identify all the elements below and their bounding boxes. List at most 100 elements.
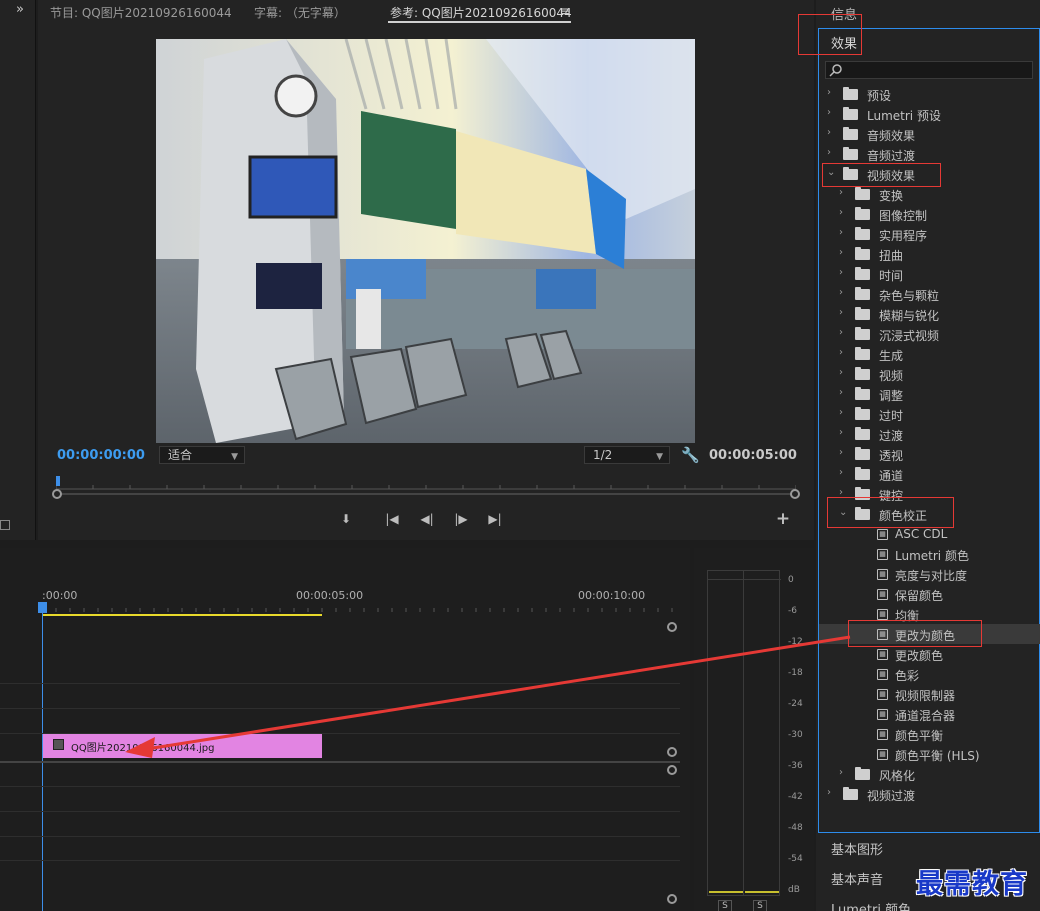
resolution-select[interactable]: 1/2 ▼ bbox=[584, 446, 670, 464]
scrub-start-handle[interactable] bbox=[52, 489, 62, 499]
export-frame-icon[interactable] bbox=[0, 520, 10, 530]
tab-captions[interactable]: 字幕: （无字幕） bbox=[254, 4, 346, 21]
effect-folder-item[interactable]: › 调整 bbox=[819, 384, 1040, 404]
zoom-select[interactable]: 适合 ▼ bbox=[159, 446, 245, 464]
chevron-down-icon: ▼ bbox=[231, 452, 238, 462]
effect-folder-item[interactable]: › 通道 bbox=[819, 464, 1040, 484]
chevron-right-icon[interactable]: › bbox=[839, 327, 843, 338]
wrench-icon[interactable]: 🔧 bbox=[681, 446, 700, 464]
preset-folder-icon bbox=[843, 87, 858, 100]
chevron-right-icon[interactable]: › bbox=[839, 467, 843, 478]
chevron-right-icon[interactable]: › bbox=[827, 107, 831, 118]
solo-button-left[interactable]: S bbox=[718, 900, 732, 911]
effects-search-input[interactable] bbox=[825, 61, 1033, 79]
effect-folder-item[interactable]: › 扭曲 bbox=[819, 244, 1040, 264]
effect-folder-item[interactable]: › 生成 bbox=[819, 344, 1040, 364]
effect-folder-item[interactable]: › 预设 bbox=[819, 84, 1040, 104]
chevron-right-icon[interactable]: › bbox=[839, 207, 843, 218]
tab-reference[interactable]: 参考: QQ图片20210926160044 bbox=[390, 4, 572, 21]
folder-icon bbox=[855, 187, 870, 200]
annotation-box-effects bbox=[798, 14, 862, 55]
chevron-right-icon[interactable]: › bbox=[839, 427, 843, 438]
track-zoom-handle-top[interactable] bbox=[667, 622, 677, 632]
chevron-right-icon[interactable]: › bbox=[839, 347, 843, 358]
effect-item[interactable]: ▦ 颜色平衡 (HLS) bbox=[819, 744, 1040, 764]
chevron-right-icon[interactable]: › bbox=[827, 787, 831, 798]
chevron-right-icon[interactable]: › bbox=[839, 267, 843, 278]
chevron-right-icon[interactable]: › bbox=[827, 127, 831, 138]
chevron-down-icon: ▼ bbox=[656, 452, 663, 462]
effect-item[interactable]: ▦ 颜色平衡 bbox=[819, 724, 1040, 744]
step-back-icon[interactable]: ◀| bbox=[418, 511, 436, 527]
panel-expand-icon[interactable]: » bbox=[16, 2, 24, 17]
chevron-right-icon[interactable]: › bbox=[839, 387, 843, 398]
effect-item[interactable]: ▦ 视频限制器 bbox=[819, 684, 1040, 704]
work-area-bar[interactable] bbox=[42, 614, 322, 616]
tab-menu-icon[interactable]: ≡ bbox=[560, 4, 570, 18]
effect-folder-item[interactable]: › 风格化 bbox=[819, 764, 1040, 784]
folder-icon bbox=[855, 767, 870, 780]
effect-item[interactable]: ▦ 通道混合器 bbox=[819, 704, 1040, 724]
chevron-right-icon[interactable]: › bbox=[827, 87, 831, 98]
lumetri-color-tab[interactable]: Lumetri 颜色 bbox=[831, 899, 911, 911]
effect-item[interactable]: ▦ 亮度与对比度 bbox=[819, 564, 1040, 584]
effect-item-label: 色彩 bbox=[895, 669, 920, 683]
chevron-right-icon[interactable]: › bbox=[839, 407, 843, 418]
effect-item[interactable]: ▦ 色彩 bbox=[819, 664, 1040, 684]
chevron-right-icon[interactable]: › bbox=[839, 287, 843, 298]
essential-graphics-tab[interactable]: 基本图形 bbox=[831, 839, 883, 858]
effect-item[interactable]: ▦ 更改颜色 bbox=[819, 644, 1040, 664]
track-zoom-handle-mid[interactable] bbox=[667, 747, 677, 757]
chevron-right-icon[interactable]: › bbox=[839, 367, 843, 378]
effect-folder-item[interactable]: › 音频过渡 bbox=[819, 144, 1040, 164]
effect-item[interactable]: ▦ Lumetri 颜色 bbox=[819, 544, 1040, 564]
effect-item[interactable]: ▦ 保留颜色 bbox=[819, 584, 1040, 604]
step-forward-icon[interactable]: |▶ bbox=[452, 511, 470, 527]
effect-folder-item[interactable]: › 实用程序 bbox=[819, 224, 1040, 244]
timeline-ruler[interactable] bbox=[42, 602, 682, 612]
effect-folder-item[interactable]: › 沉浸式视频 bbox=[819, 324, 1040, 344]
db-label: 0 bbox=[788, 575, 794, 585]
timeline-clip[interactable]: QQ图片20210926160044.jpg bbox=[43, 734, 322, 758]
effect-folder-item[interactable]: › 杂色与颗粒 bbox=[819, 284, 1040, 304]
effect-folder-item[interactable]: › 图像控制 bbox=[819, 204, 1040, 224]
effect-folder-item[interactable]: › 视频 bbox=[819, 364, 1040, 384]
effect-folder-item[interactable]: › 时间 bbox=[819, 264, 1040, 284]
scrub-bar[interactable] bbox=[58, 493, 794, 495]
tab-program[interactable]: 节目: QQ图片20210926160044 bbox=[50, 4, 232, 21]
chevron-right-icon[interactable]: › bbox=[839, 187, 843, 198]
video-effect-icon: ▦ bbox=[877, 669, 888, 680]
effect-folder-item[interactable]: › 透视 bbox=[819, 444, 1040, 464]
chevron-right-icon[interactable]: › bbox=[839, 447, 843, 458]
effect-item-label: 沉浸式视频 bbox=[879, 329, 940, 343]
chevron-right-icon[interactable]: › bbox=[839, 227, 843, 238]
effect-item-label: 更改颜色 bbox=[895, 649, 944, 663]
solo-button-right[interactable]: S bbox=[753, 900, 767, 911]
essential-sound-tab[interactable]: 基本声音 bbox=[831, 869, 883, 888]
go-to-in-icon[interactable]: |◀ bbox=[383, 511, 401, 527]
monitor-time-ruler[interactable] bbox=[56, 476, 796, 490]
resolution-select-value: 1/2 bbox=[593, 448, 613, 462]
chevron-right-icon[interactable]: › bbox=[839, 247, 843, 258]
timecode-current[interactable]: 00:00:00:00 bbox=[57, 448, 145, 463]
effect-folder-item[interactable]: › 视频过渡 bbox=[819, 784, 1040, 804]
go-to-out-icon[interactable]: ▶| bbox=[486, 511, 504, 527]
effect-folder-item[interactable]: › 模糊与锐化 bbox=[819, 304, 1040, 324]
effect-folder-item[interactable]: › 过渡 bbox=[819, 424, 1040, 444]
chevron-right-icon[interactable]: › bbox=[827, 147, 831, 158]
track-zoom-handle-mid2[interactable] bbox=[667, 765, 677, 775]
scrub-end-handle[interactable] bbox=[790, 489, 800, 499]
effect-folder-item[interactable]: › 变换 bbox=[819, 184, 1040, 204]
chevron-right-icon[interactable]: › bbox=[839, 767, 843, 778]
active-tab-indicator bbox=[388, 21, 571, 23]
effect-folder-item[interactable]: › Lumetri 预设 bbox=[819, 104, 1040, 124]
track-zoom-handle-bottom[interactable] bbox=[667, 894, 677, 904]
chevron-right-icon[interactable]: › bbox=[839, 307, 843, 318]
clip-name: QQ图片20210926160044.jpg bbox=[71, 743, 215, 754]
add-button-icon[interactable]: + bbox=[774, 511, 792, 528]
effect-folder-item[interactable]: › 音频效果 bbox=[819, 124, 1040, 144]
marker-in-icon[interactable]: ⬇ bbox=[337, 511, 355, 527]
effect-folder-item[interactable]: › 过时 bbox=[819, 404, 1040, 424]
annotation-box-change-to-color bbox=[848, 620, 982, 647]
db-label: -42 bbox=[788, 792, 803, 802]
